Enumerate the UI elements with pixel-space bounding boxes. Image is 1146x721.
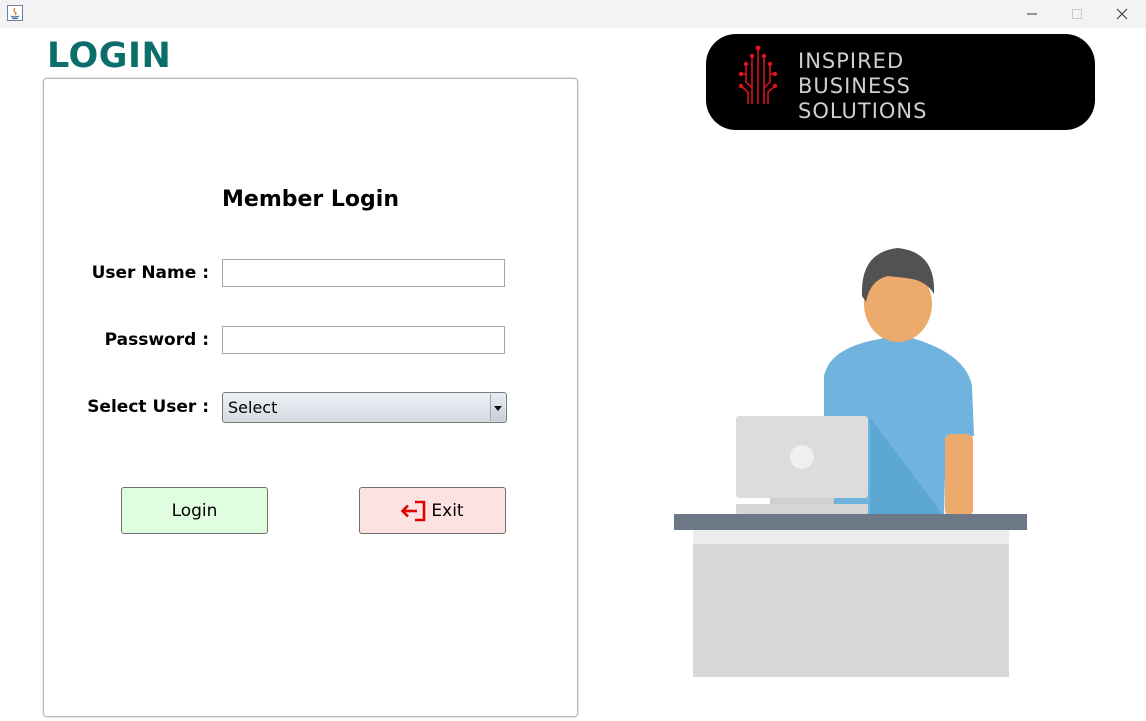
username-input[interactable] (222, 259, 505, 287)
select-user-value: Select (228, 398, 278, 417)
circuit-tree-icon (738, 44, 778, 114)
exit-button-label: Exit (431, 500, 464, 521)
exit-button[interactable]: Exit (359, 487, 506, 534)
page-title: LOGIN (47, 36, 172, 76)
logo-line: SOLUTIONS (798, 99, 928, 123)
logo-line: BUSINESS (798, 74, 911, 98)
exit-icon (401, 500, 427, 522)
minimize-icon (1026, 8, 1038, 20)
window-titlebar (0, 0, 1146, 28)
form-heading: Member Login (222, 187, 399, 212)
login-button-label: Login (171, 500, 218, 521)
username-label: User Name : (91, 263, 209, 283)
password-input[interactable] (222, 326, 505, 354)
select-user-label: Select User : (87, 397, 209, 417)
maximize-button[interactable] (1055, 0, 1099, 28)
logo-line: INSPIRED (798, 49, 905, 73)
select-user-dropdown[interactable]: Select (222, 392, 507, 423)
company-logo: INSPIRED BUSINESS SOLUTIONS (706, 34, 1095, 130)
login-panel: Member Login User Name : Password : Sele… (43, 78, 578, 717)
dropdown-arrow-icon[interactable] (490, 394, 505, 421)
minimize-button[interactable] (1010, 0, 1054, 28)
maximize-icon (1071, 8, 1083, 20)
logo-text: INSPIRED BUSINESS SOLUTIONS (798, 49, 927, 124)
password-label: Password : (104, 330, 209, 350)
login-button[interactable]: Login (121, 487, 268, 534)
close-button[interactable] (1100, 0, 1144, 28)
java-app-icon (7, 5, 23, 21)
close-icon (1116, 8, 1128, 20)
person-at-desk-illustration (674, 246, 1030, 684)
